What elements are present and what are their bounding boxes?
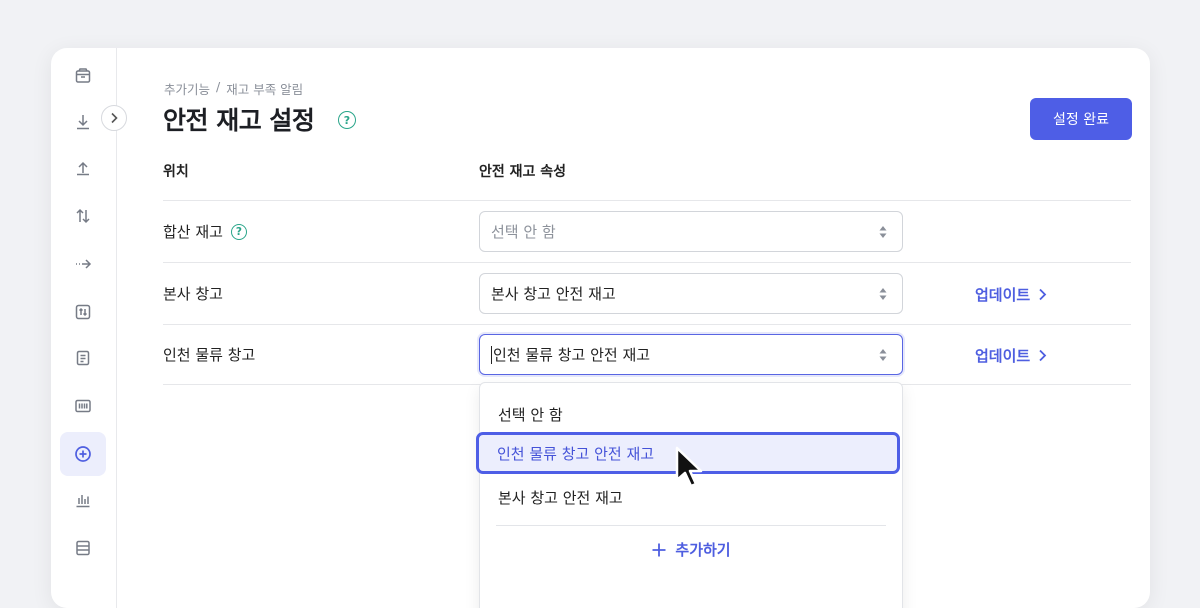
sort-arrows-icon	[879, 288, 887, 300]
chevron-right-icon	[111, 112, 118, 124]
sidebar-expand-button[interactable]	[101, 105, 127, 131]
sort-arrows-icon	[879, 349, 887, 361]
dropdown-option-none[interactable]: 선택 안 함	[498, 404, 563, 425]
transfer-icon[interactable]	[60, 194, 106, 238]
move-arrow-icon[interactable]	[60, 242, 106, 286]
header-divider	[163, 200, 1131, 201]
column-header-attribute: 안전 재고 속성	[479, 164, 567, 180]
select-value: 인천 물류 창고 안전 재고	[493, 346, 651, 364]
confirm-settings-button[interactable]: 설정 완료	[1030, 98, 1132, 140]
row-location-text: 합산 재고	[163, 223, 223, 241]
plus-icon	[652, 543, 666, 556]
upload-icon[interactable]	[60, 146, 106, 190]
adjust-icon[interactable]	[60, 290, 106, 334]
attribute-select-hq-warehouse[interactable]: 본사 창고 안전 재고	[479, 273, 903, 314]
add-attribute-button[interactable]: 추가하기	[480, 539, 902, 560]
sort-arrows-icon	[879, 226, 887, 238]
chevron-right-icon	[1039, 349, 1047, 362]
breadcrumb-separator: /	[216, 79, 221, 94]
bar-chart-icon[interactable]	[60, 478, 106, 522]
breadcrumb-item-low-stock-alert[interactable]: 재고 부족 알림	[226, 79, 303, 98]
document-icon[interactable]	[60, 336, 106, 380]
row-divider	[163, 262, 1131, 263]
dropdown-divider	[496, 525, 886, 526]
update-link-hq-warehouse[interactable]: 업데이트	[975, 284, 1047, 305]
help-icon[interactable]: ?	[230, 223, 247, 240]
chevron-right-icon	[1039, 288, 1047, 301]
select-value: 본사 창고 안전 재고	[491, 285, 616, 303]
breadcrumb: 추가기능 / 재고 부족 알림	[164, 79, 303, 98]
column-header-location: 위치	[163, 164, 189, 180]
update-link-label: 업데이트	[975, 286, 1031, 304]
row-location-text: 본사 창고	[163, 285, 223, 303]
attribute-select-total-stock[interactable]: 선택 안 함	[479, 211, 903, 252]
app-window: 추가기능 / 재고 부족 알림 안전 재고 설정 ? 설정 완료 위치 안전 재…	[51, 48, 1150, 608]
select-value: 선택 안 함	[491, 223, 556, 241]
mouse-cursor-icon	[675, 446, 703, 488]
dropdown-option-hq[interactable]: 본사 창고 안전 재고	[498, 487, 623, 508]
row-location-text: 인천 물류 창고	[163, 346, 256, 364]
sidebar	[51, 48, 117, 608]
update-link-label: 업데이트	[975, 347, 1031, 365]
barcode-icon[interactable]	[60, 384, 106, 428]
row-label-incheon-warehouse: 인천 물류 창고	[163, 344, 255, 365]
attribute-select-incheon-warehouse[interactable]: 인천 물류 창고 안전 재고	[479, 334, 903, 375]
update-link-incheon-warehouse[interactable]: 업데이트	[975, 345, 1047, 366]
add-attribute-label: 추가하기	[675, 541, 731, 559]
dropdown-option-label: 인천 물류 창고 안전 재고	[497, 444, 655, 463]
attribute-dropdown-menu: 선택 안 함 인천 물류 창고 안전 재고 본사 창고 안전 재고 추가하기	[476, 382, 903, 608]
plus-circle-icon[interactable]	[60, 432, 106, 476]
help-icon[interactable]: ?	[338, 111, 356, 129]
row-label-total-stock: 합산 재고 ?	[163, 221, 247, 242]
row-divider	[163, 324, 1131, 325]
breadcrumb-item-addons[interactable]: 추가기능	[164, 79, 210, 98]
box-icon[interactable]	[60, 54, 106, 98]
row-label-hq-warehouse: 본사 창고	[163, 283, 223, 304]
download-icon[interactable]	[60, 100, 106, 144]
text-caret	[491, 345, 492, 364]
list-icon[interactable]	[60, 526, 106, 570]
page-title: 안전 재고 설정	[163, 106, 315, 135]
